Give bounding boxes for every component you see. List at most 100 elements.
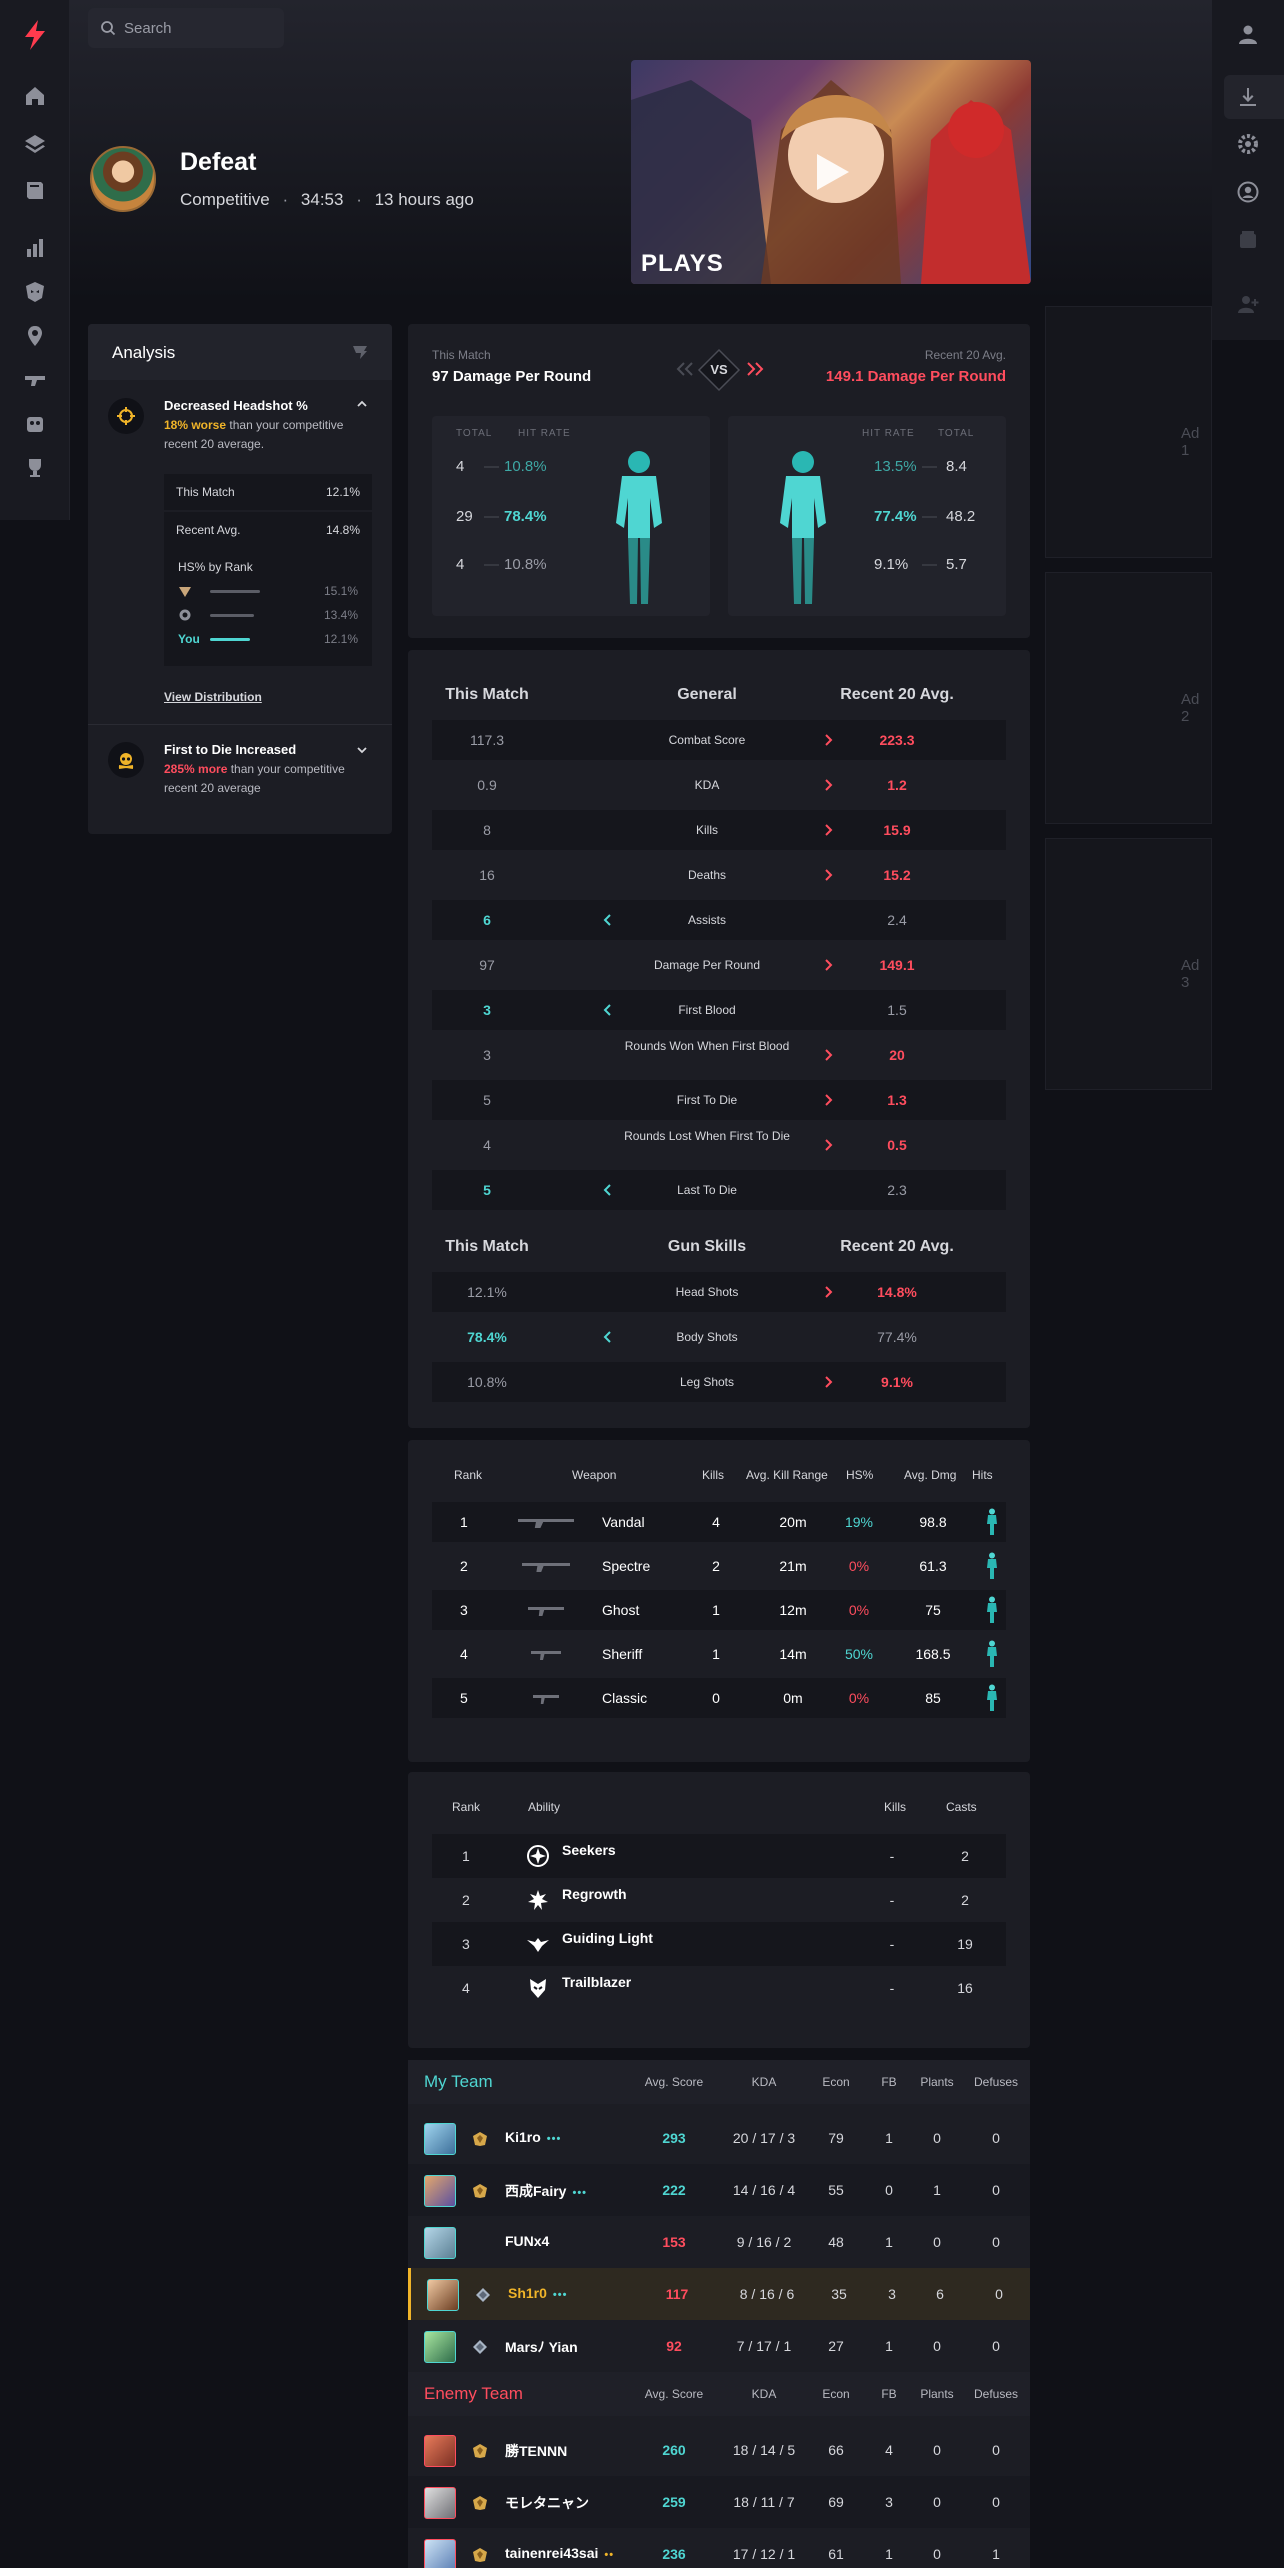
- insight-first-to-die-title: First to Die Increased: [164, 742, 297, 757]
- player-row[interactable]: 勝TENNN 260 18 / 14 / 5 66 4 0 0: [408, 2424, 1030, 2476]
- player-name[interactable]: FUNx4: [505, 2233, 549, 2249]
- player-avatar[interactable]: [424, 2331, 456, 2363]
- player-avatar[interactable]: [424, 2435, 456, 2467]
- chevron-up-icon[interactable]: [356, 398, 368, 410]
- player-defuses: 0: [995, 2286, 1003, 2302]
- player-name[interactable]: 勝TENNN: [505, 2441, 567, 2461]
- search-bar[interactable]: [88, 8, 284, 48]
- weapon-hits-header: Hits: [972, 1468, 993, 1482]
- stat-label: Combat Score: [668, 733, 746, 747]
- ad-slot-1[interactable]: Ad 1: [1045, 306, 1212, 558]
- video-thumbnail[interactable]: PLAYS: [631, 60, 1031, 284]
- player-avatar[interactable]: [424, 2487, 456, 2519]
- download-icon[interactable]: [1236, 85, 1260, 109]
- rank-row: 15.1%: [178, 582, 358, 600]
- chevron-right-icon: [825, 1049, 833, 1061]
- body-silhouette-recent-icon: [780, 451, 826, 604]
- weapon-name: Sheriff: [602, 1646, 643, 1662]
- weapon-avg-damage: 168.5: [915, 1646, 951, 1662]
- search-input[interactable]: [124, 8, 274, 48]
- hits-body-icon: [987, 1596, 997, 1623]
- player-row[interactable]: Marsﾉ Yian 92 7 / 17 / 1 27 1 0 0: [408, 2320, 1030, 2372]
- weapon-kills: 2: [712, 1558, 720, 1574]
- player-kda: 9 / 16 / 2: [736, 2234, 792, 2250]
- ability-row[interactable]: 3 Guiding Light - 19: [432, 1922, 1006, 1966]
- player-name[interactable]: Marsﾉ Yian: [505, 2337, 578, 2357]
- agent-mask-icon[interactable]: [23, 280, 47, 304]
- player-name[interactable]: モレタニャン: [505, 2493, 589, 2513]
- weapon-row[interactable]: 1 Vandal 4 20m 19% 98.8: [432, 1502, 1006, 1542]
- player-name[interactable]: tainenrei43sai ••: [505, 2545, 614, 2561]
- ability-row[interactable]: 1 Seekers - 2: [432, 1834, 1006, 1878]
- this-match-value: 5: [483, 1182, 491, 1198]
- hs-by-rank-box: HS% by Rank 15.1% 13.4% You 12.1%: [164, 548, 372, 666]
- box-icon[interactable]: [1236, 228, 1260, 252]
- player-row[interactable]: Sh1r0 ••• 117 8 / 16 / 6 35 3 6 0: [408, 2268, 1030, 2320]
- ability-row[interactable]: 2 Regrowth - 2: [432, 1878, 1006, 1922]
- player-row[interactable]: 西成Fairy ••• 222 14 / 16 / 4 55 0 1 0: [408, 2164, 1030, 2216]
- book-icon[interactable]: [23, 178, 47, 202]
- ability-row[interactable]: 4 Trailblazer - 16: [432, 1966, 1006, 2010]
- insight-headshot-title: Decreased Headshot %: [164, 398, 308, 413]
- home-icon[interactable]: [23, 84, 47, 108]
- chevron-left-icon: [603, 1004, 611, 1016]
- bar-chart-icon[interactable]: [23, 236, 47, 260]
- gun-skills-header: Gun Skills: [667, 1238, 747, 1255]
- weapon-avg-damage: 61.3: [919, 1558, 947, 1574]
- player-defuses: 0: [992, 2234, 1000, 2250]
- this-match-value: 78.4%: [467, 1329, 507, 1345]
- map-pin-icon[interactable]: [23, 324, 47, 348]
- player-name[interactable]: Sh1r0 •••: [508, 2285, 567, 2301]
- player-avatar[interactable]: [424, 2123, 456, 2155]
- player-fb: 1: [885, 2130, 893, 2146]
- you-label: You: [178, 632, 200, 646]
- stat-label: First To Die: [676, 1093, 738, 1107]
- player-row[interactable]: モレタニャン 259 18 / 11 / 7 69 3 0 0: [408, 2476, 1030, 2528]
- ability-kills-header: Kills: [884, 1800, 907, 1814]
- rank-value: 15.1%: [323, 584, 358, 598]
- weapon-row[interactable]: 2 Spectre 2 21m 0% 61.3: [432, 1546, 1006, 1586]
- recent-avg-stat: Recent Avg. 14.8%: [164, 512, 372, 548]
- recent-avg-value: 2.3: [887, 1182, 907, 1198]
- guiding-light-icon: [527, 1938, 549, 1952]
- head-total-recent: 8.4: [946, 458, 967, 475]
- weapon-row[interactable]: 4 Sheriff 1 14m 50% 168.5: [432, 1634, 1006, 1674]
- chevron-down-icon[interactable]: [356, 744, 368, 756]
- view-distribution-link[interactable]: View Distribution: [164, 690, 262, 704]
- account-circle-icon[interactable]: [1236, 180, 1260, 204]
- player-row[interactable]: tainenrei43sai •• 236 17 / 12 / 1 61 1 0 1: [408, 2528, 1030, 2568]
- player-avatar[interactable]: [427, 2279, 459, 2311]
- player-row[interactable]: Ki1ro ••• 293 20 / 17 / 3 79 1 0 0: [408, 2112, 1030, 2164]
- recent-avg-value: 15.2: [883, 867, 911, 883]
- weapon-row[interactable]: 3 Ghost 1 12m 0% 75: [432, 1590, 1006, 1630]
- player-name-text: 西成Fairy: [505, 2183, 567, 2199]
- gun-icon[interactable]: [23, 368, 47, 392]
- stat-label: First Blood: [678, 1003, 736, 1017]
- ad-slot-2[interactable]: Ad 2: [1045, 572, 1212, 824]
- player-name[interactable]: 西成Fairy •••: [505, 2181, 587, 2201]
- trophy-icon[interactable]: [23, 456, 47, 480]
- player-avatar[interactable]: [424, 2539, 456, 2568]
- ad-slot-3[interactable]: Ad 3: [1045, 838, 1212, 1090]
- chevron-right-icon: [825, 779, 833, 791]
- player-avatar[interactable]: [424, 2175, 456, 2207]
- user-icon[interactable]: [1236, 22, 1260, 46]
- dpr-recent-value: 149.1 Damage Per Round: [825, 368, 1006, 385]
- player-name[interactable]: Ki1ro •••: [505, 2129, 561, 2145]
- add-friend-icon[interactable]: [1236, 292, 1260, 316]
- ability-rank: 4: [462, 1980, 470, 1996]
- settings-gear-icon[interactable]: [1236, 132, 1260, 156]
- weapon-rank: 2: [460, 1558, 468, 1574]
- player-avatar[interactable]: [424, 2227, 456, 2259]
- column-header-defuses: Defuses: [973, 2075, 1019, 2089]
- play-icon[interactable]: [809, 150, 853, 194]
- recent-avg-value: 15.9: [883, 822, 911, 838]
- bolt-logo-icon[interactable]: [22, 20, 48, 50]
- weapon-row[interactable]: 5 Classic 0 0m 0% 85: [432, 1678, 1006, 1718]
- player-row[interactable]: FUNx4 153 9 / 16 / 2 48 1 0 0: [408, 2216, 1030, 2268]
- layers-icon[interactable]: [23, 132, 47, 156]
- stat-label: Damage Per Round: [653, 958, 761, 972]
- compare-row: 4 Rounds Lost When First To Die 0.5: [432, 1125, 1006, 1165]
- general-mid-header: General: [677, 686, 737, 703]
- buddy-icon[interactable]: [23, 412, 47, 436]
